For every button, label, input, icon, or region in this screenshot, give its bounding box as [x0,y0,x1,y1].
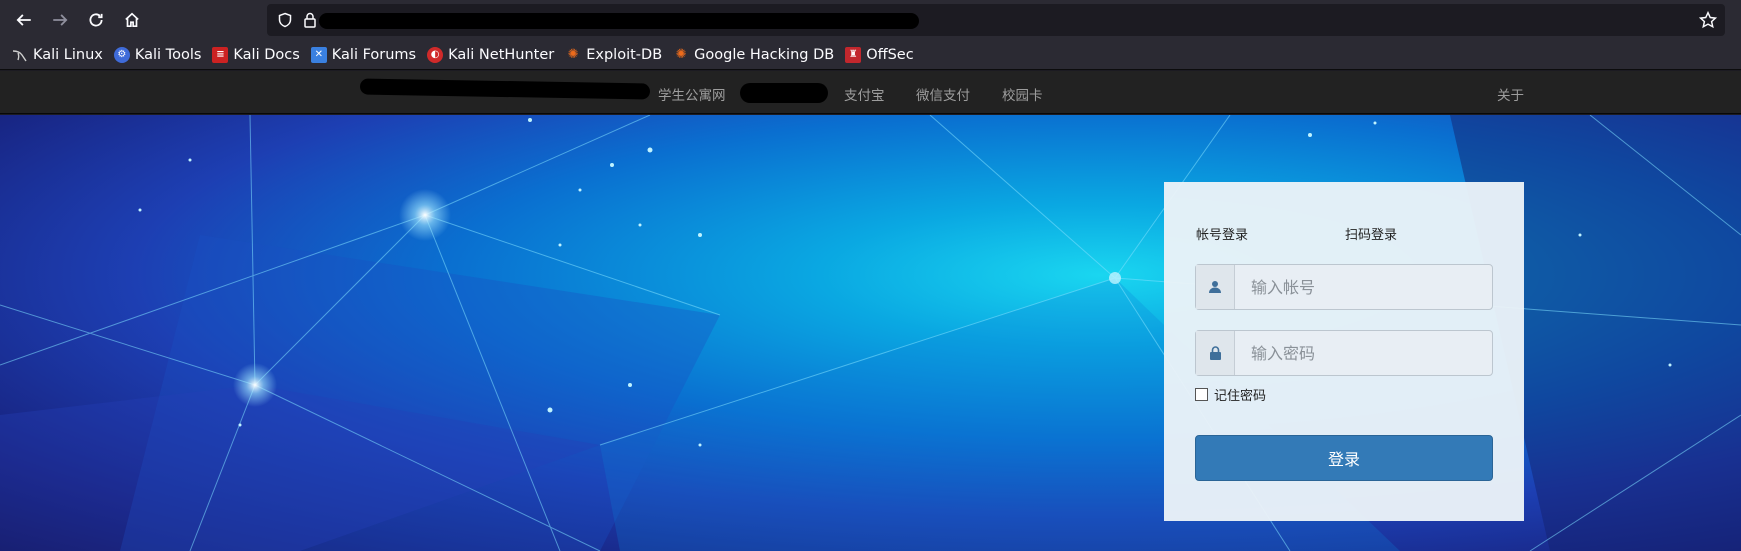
lock-icon [1196,331,1235,375]
bookmark-label: Kali Forums [331,46,417,63]
login-panel: 帐号登录 扫码登录 记住密码 登录 [1164,182,1524,521]
nethunter-icon: ◐ [427,46,444,63]
account-field [1195,264,1493,310]
nav-link-about[interactable]: 关于 [1497,84,1524,104]
exploit-db-icon: ✺ [567,47,579,62]
lock-icon[interactable] [303,12,317,28]
url-bar[interactable] [267,4,1725,36]
hero-background: 帐号登录 扫码登录 记住密码 登录 [0,115,1741,551]
bookmark-label: Google Hacking DB [694,46,835,63]
remember-password[interactable]: 记住密码 [1195,385,1266,404]
nav-redaction [740,83,828,103]
bookmark-label: Kali Linux [33,46,103,63]
password-field [1195,330,1493,376]
url-redaction [319,13,919,29]
bookmark-label: OffSec [866,46,914,63]
kali-forums-icon: ✕ [310,46,327,63]
remember-checkbox[interactable] [1195,388,1208,401]
forward-icon[interactable] [42,2,78,38]
site-navbar: 学生公寓网 支付宝 微信支付 校园卡 关于 [0,71,1741,114]
bookmark-kali-forums[interactable]: ✕ Kali Forums [310,46,417,63]
bookmark-kali-docs[interactable]: ≡ Kali Docs [212,46,300,63]
kali-tools-icon: ⚙ [113,46,130,63]
bookmark-kali-linux[interactable]: Kali Linux [12,47,103,63]
bookmark-star-icon[interactable] [1699,11,1717,29]
ghdb-icon: ✺ [675,47,687,62]
bookmark-label: Kali Tools [134,46,202,63]
browser-toolbar [0,0,1741,40]
kali-icon [12,47,28,63]
kali-docs-icon: ≡ [212,46,229,63]
bookmark-kali-tools[interactable]: ⚙ Kali Tools [113,46,202,63]
bookmark-label: Kali Docs [233,46,300,63]
back-icon[interactable] [6,2,42,38]
account-input[interactable] [1235,265,1492,309]
bookmark-label: Exploit-DB [586,46,663,63]
nav-link-apartment[interactable]: 学生公寓网 [658,84,726,104]
login-button[interactable]: 登录 [1195,435,1493,481]
home-icon[interactable] [114,2,150,38]
tab-qr-login[interactable]: 扫码登录 [1345,224,1397,243]
reload-icon[interactable] [78,2,114,38]
nav-link-campus-card[interactable]: 校园卡 [1002,84,1043,104]
bookmarks-bar: Kali Linux ⚙ Kali Tools ≡ Kali Docs ✕ Ka… [0,40,1741,70]
password-input[interactable] [1235,331,1492,375]
bookmark-label: Kali NetHunter [448,46,555,63]
bookmark-kali-nethunter[interactable]: ◐ Kali NetHunter [427,46,555,63]
nav-link-wechat-pay[interactable]: 微信支付 [916,84,970,104]
bookmark-exploit-db[interactable]: ✺ Exploit-DB [565,47,662,63]
remember-label: 记住密码 [1214,389,1267,404]
bookmark-offsec[interactable]: ♜ OffSec [845,46,914,63]
brand-redaction [359,78,651,100]
offsec-icon: ♜ [845,46,862,63]
tab-account-login[interactable]: 帐号登录 [1196,224,1248,243]
bookmark-ghdb[interactable]: ✺ Google Hacking DB [673,46,835,63]
nav-link-alipay[interactable]: 支付宝 [844,84,885,104]
user-icon [1196,265,1235,309]
shield-icon[interactable] [277,12,293,28]
